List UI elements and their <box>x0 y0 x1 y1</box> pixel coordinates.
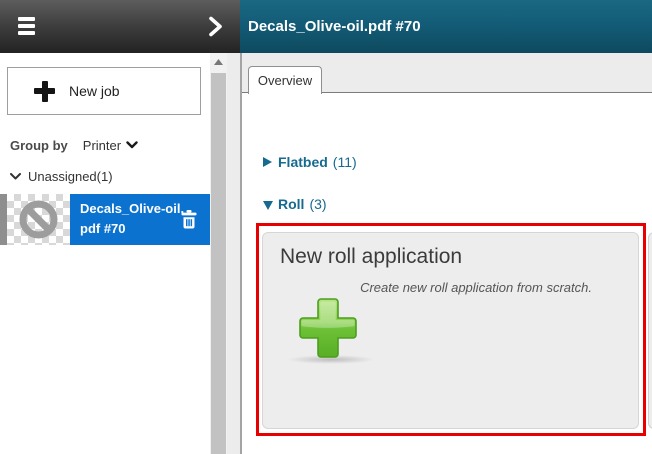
group-label: Unassigned(1) <box>28 169 113 184</box>
section-header-roll[interactable]: Roll (3) <box>263 196 327 212</box>
new-job-button[interactable]: New job <box>7 67 201 115</box>
group-by-dropdown[interactable]: Printer <box>83 138 138 153</box>
topbar-left-segment <box>0 0 240 53</box>
job-color-strip <box>0 194 7 245</box>
card-description: Create new roll application from scratch… <box>360 280 592 295</box>
section-header-flatbed[interactable]: Flatbed (11) <box>263 154 357 170</box>
trash-icon[interactable] <box>181 210 197 229</box>
sidebar: New job Group by Printer Unassigned(1) <box>0 53 210 454</box>
section-count: (11) <box>333 154 357 170</box>
new-job-label: New job <box>69 83 120 99</box>
scroll-up-arrow-icon <box>214 59 223 65</box>
partial-card[interactable] <box>648 232 652 429</box>
card-title: New roll application <box>280 245 462 269</box>
no-entry-icon <box>18 199 59 240</box>
group-header-unassigned[interactable]: Unassigned(1) <box>0 167 113 185</box>
tab-overview[interactable]: Overview <box>248 66 322 94</box>
triangle-right-icon <box>263 157 272 167</box>
new-roll-application-card[interactable]: New roll application Create new roll app… <box>262 232 639 429</box>
hamburger-menu-icon[interactable] <box>18 17 35 35</box>
app-window: Decals_Olive-oil.pdf #70 New job Group b… <box>0 0 652 454</box>
job-list-item-selected[interactable]: Decals_Olive-oil. pdf #70 <box>0 194 210 245</box>
green-plus-icon <box>296 297 360 359</box>
plus-icon <box>34 81 55 102</box>
topbar-title-segment: Decals_Olive-oil.pdf #70 <box>240 0 652 53</box>
section-count: (3) <box>309 196 326 212</box>
section-label: Flatbed <box>278 154 328 170</box>
group-by-row: Group by Printer <box>0 137 138 153</box>
section-label: Roll <box>278 196 304 212</box>
scrollbar-thumb[interactable] <box>211 73 226 454</box>
group-by-label: Group by <box>10 138 68 153</box>
chevron-right-icon[interactable] <box>208 16 224 42</box>
tab-label: Overview <box>258 73 312 88</box>
chevron-down-icon <box>10 173 21 180</box>
group-by-value: Printer <box>83 138 121 153</box>
sidebar-scrollbar[interactable] <box>210 53 227 454</box>
chevron-down-icon <box>126 141 138 149</box>
job-selection-area: Decals_Olive-oil. pdf #70 <box>70 194 210 245</box>
triangle-down-icon <box>263 201 273 210</box>
window-title: Decals_Olive-oil.pdf #70 <box>248 18 421 35</box>
scroll-up-button[interactable] <box>210 53 227 71</box>
job-thumbnail <box>7 194 70 245</box>
job-title: Decals_Olive-oil. pdf #70 <box>80 199 184 239</box>
